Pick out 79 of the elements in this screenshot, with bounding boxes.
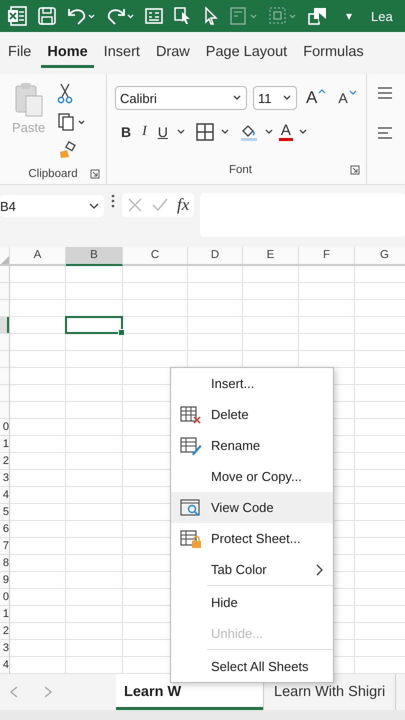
group-label: Font (228, 164, 252, 176)
column-header[interactable]: D (188, 247, 243, 264)
delete-sheet-icon (180, 404, 202, 424)
menu-item[interactable]: Insert... (171, 368, 333, 399)
borders-icon[interactable] (194, 122, 215, 142)
align-top-icon[interactable] (377, 86, 393, 100)
row-header[interactable]: 2 (0, 623, 9, 640)
italic-button[interactable]: I (139, 124, 150, 140)
caret-icon[interactable] (264, 128, 274, 136)
font-color-button[interactable]: A (278, 123, 293, 141)
caret-icon[interactable] (298, 128, 308, 136)
bring-forward-icon[interactable] (307, 6, 329, 26)
save-icon[interactable] (37, 6, 57, 26)
ribbon-tab[interactable]: Insert (98, 38, 146, 68)
menu-item[interactable]: View Code (171, 492, 333, 523)
menu-item[interactable]: Delete (171, 399, 333, 430)
ribbon-tab[interactable]: Draw (150, 38, 196, 68)
row-header[interactable] (0, 317, 9, 334)
ribbon-tab[interactable]: Formulas (297, 38, 370, 68)
ribbon-tab[interactable]: Home (41, 38, 94, 68)
row-header[interactable]: 4 (0, 487, 9, 504)
undo-icon[interactable] (66, 6, 96, 26)
underline-button[interactable]: U (154, 124, 171, 140)
caret-icon (232, 94, 242, 102)
row-header[interactable]: 5 (0, 504, 9, 521)
customize-menu-glyph[interactable]: ▾ (346, 9, 352, 23)
column-header[interactable]: B (66, 247, 123, 266)
row-header[interactable]: 3 (0, 470, 9, 487)
more-icon[interactable] (110, 193, 116, 209)
menu-item[interactable]: Protect Sheet... (171, 523, 333, 554)
font-size-field[interactable]: 11 (253, 86, 297, 110)
insert-function-button[interactable]: fx (177, 195, 190, 215)
menu-item[interactable]: Move or Copy... (171, 461, 333, 492)
view-code-icon (180, 498, 202, 518)
copy-icon[interactable] (57, 112, 88, 132)
menu-item[interactable]: Hide (171, 587, 333, 618)
caret-icon[interactable] (176, 128, 186, 136)
format-painter-icon[interactable] (57, 140, 78, 160)
font-family-field[interactable]: Calibri (115, 86, 247, 110)
row-header[interactable]: 0 (0, 419, 9, 436)
rename-sheet-icon (180, 436, 202, 456)
group-label: Clipboard (28, 168, 78, 180)
excel-logo-icon[interactable] (6, 5, 28, 27)
cut-icon[interactable] (57, 82, 74, 104)
caret-icon (282, 94, 292, 102)
active-cell[interactable] (65, 316, 123, 334)
ribbon-tab[interactable]: Page Layout (200, 38, 294, 68)
increase-font-size-button[interactable]: A (303, 88, 330, 108)
redo-icon[interactable] (105, 6, 135, 26)
row-header[interactable]: 3 (0, 640, 9, 657)
row-header[interactable]: 0 (0, 589, 9, 606)
caret-down-icon (348, 90, 357, 96)
fill-handle[interactable] (118, 329, 125, 336)
row-header[interactable]: 9 (0, 572, 9, 589)
dialog-launcher-icon[interactable] (350, 165, 360, 175)
bold-button[interactable]: B (118, 124, 134, 140)
menu-item[interactable]: Rename (171, 430, 333, 461)
caret-icon (88, 202, 100, 210)
form-icon[interactable] (144, 6, 164, 26)
align-left-icon[interactable] (377, 126, 393, 140)
menu-item[interactable]: Tab Color (171, 554, 333, 585)
column-header[interactable]: C (123, 247, 188, 264)
row-header[interactable]: 8 (0, 555, 9, 572)
row-header[interactable]: 2 (0, 453, 9, 470)
decrease-font-size-button[interactable]: A (335, 90, 360, 106)
dialog-launcher-icon[interactable] (90, 169, 100, 179)
column-header[interactable]: F (299, 247, 355, 264)
window-title: Lea (371, 8, 393, 24)
row-header[interactable]: 1 (0, 436, 9, 453)
row-header[interactable]: 1 (0, 606, 9, 623)
row-header[interactable]: 6 (0, 521, 9, 538)
column-header[interactable]: G (355, 247, 405, 264)
protect-sheet-icon (180, 528, 202, 548)
caret-icon[interactable] (220, 128, 230, 136)
row-header[interactable]: 7 (0, 538, 9, 555)
column-header[interactable]: E (243, 247, 299, 264)
ribbon-tab[interactable]: File (2, 38, 38, 68)
name-box[interactable]: B4 (0, 195, 104, 217)
caret-up-icon (318, 88, 326, 94)
